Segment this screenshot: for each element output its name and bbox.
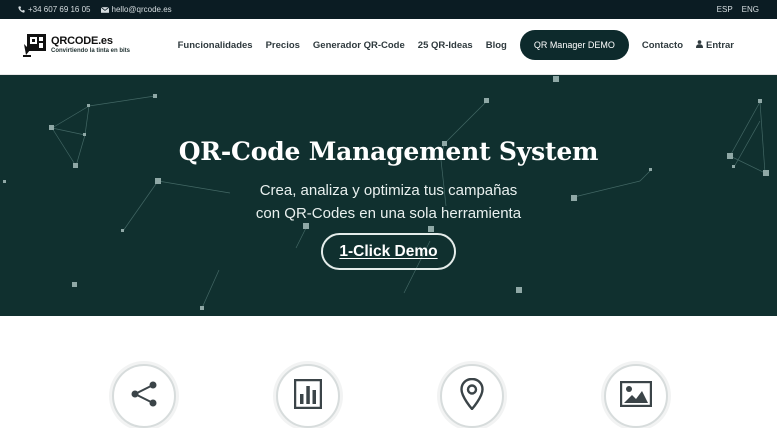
nav-precios[interactable]: Precios <box>266 40 300 51</box>
feature-image <box>604 364 668 428</box>
email-link[interactable]: hello@qrcode.es <box>100 5 172 14</box>
hero-section: QR-Code Management System Crea, analiza … <box>0 75 777 316</box>
nav-generador[interactable]: Generador QR-Code <box>313 40 405 51</box>
image-icon <box>619 380 653 412</box>
phone-text: +34 607 69 16 05 <box>28 5 91 14</box>
top-bar: +34 607 69 16 05 hello@qrcode.es ESP ENG <box>0 0 777 19</box>
logo-name: QRCODE.es <box>51 35 113 47</box>
site-header: QRCODE.es Convirtiendo la tinta en bits … <box>0 19 777 86</box>
lang-es-link[interactable]: ESP <box>717 5 733 14</box>
login-label: Entrar <box>706 39 734 51</box>
language-switcher: ESP ENG <box>717 0 759 19</box>
phone-link[interactable]: +34 607 69 16 05 <box>18 5 91 14</box>
qr-manager-demo-button[interactable]: QR Manager DEMO <box>519 30 629 60</box>
logo-mark-icon <box>22 32 48 58</box>
location-pin-icon <box>460 377 484 415</box>
user-icon <box>696 39 704 51</box>
phone-icon <box>18 6 25 13</box>
feature-analytics <box>276 364 340 428</box>
contact-info: +34 607 69 16 05 hello@qrcode.es <box>18 0 172 19</box>
bar-chart-icon <box>293 378 323 414</box>
hero-subtitle-line-1: Crea, analiza y optimiza tus campañas <box>259 182 518 199</box>
site-logo[interactable]: QRCODE.es Convirtiendo la tinta en bits <box>22 32 130 58</box>
logo-tagline: Convirtiendo la tinta en bits <box>51 48 131 54</box>
features-section <box>0 316 777 428</box>
main-nav: Funcionalidades Precios Generador QR-Cod… <box>165 30 734 60</box>
hero-subtitle-line-2: con QR-Codes en una sola herramienta <box>255 205 522 222</box>
one-click-demo-button[interactable]: 1-Click Demo <box>321 233 456 270</box>
login-link[interactable]: Entrar <box>696 40 734 51</box>
feature-share <box>112 364 176 428</box>
feature-location <box>440 364 504 428</box>
hero-subtitle: Crea, analiza y optimiza tus campañas co… <box>0 179 777 225</box>
hero-title: QR-Code Management System <box>178 137 599 166</box>
nav-blog[interactable]: Blog <box>486 40 507 51</box>
lang-en-link[interactable]: ENG <box>742 5 759 14</box>
email-text: hello@qrcode.es <box>111 5 172 14</box>
nav-funcionalidades[interactable]: Funcionalidades <box>178 40 253 51</box>
nav-contacto[interactable]: Contacto <box>642 40 683 51</box>
share-icon <box>129 379 159 414</box>
envelope-icon <box>100 6 109 13</box>
nav-qr-ideas[interactable]: 25 QR-Ideas <box>418 40 473 51</box>
one-click-demo-label: 1-Click Demo <box>339 242 438 260</box>
